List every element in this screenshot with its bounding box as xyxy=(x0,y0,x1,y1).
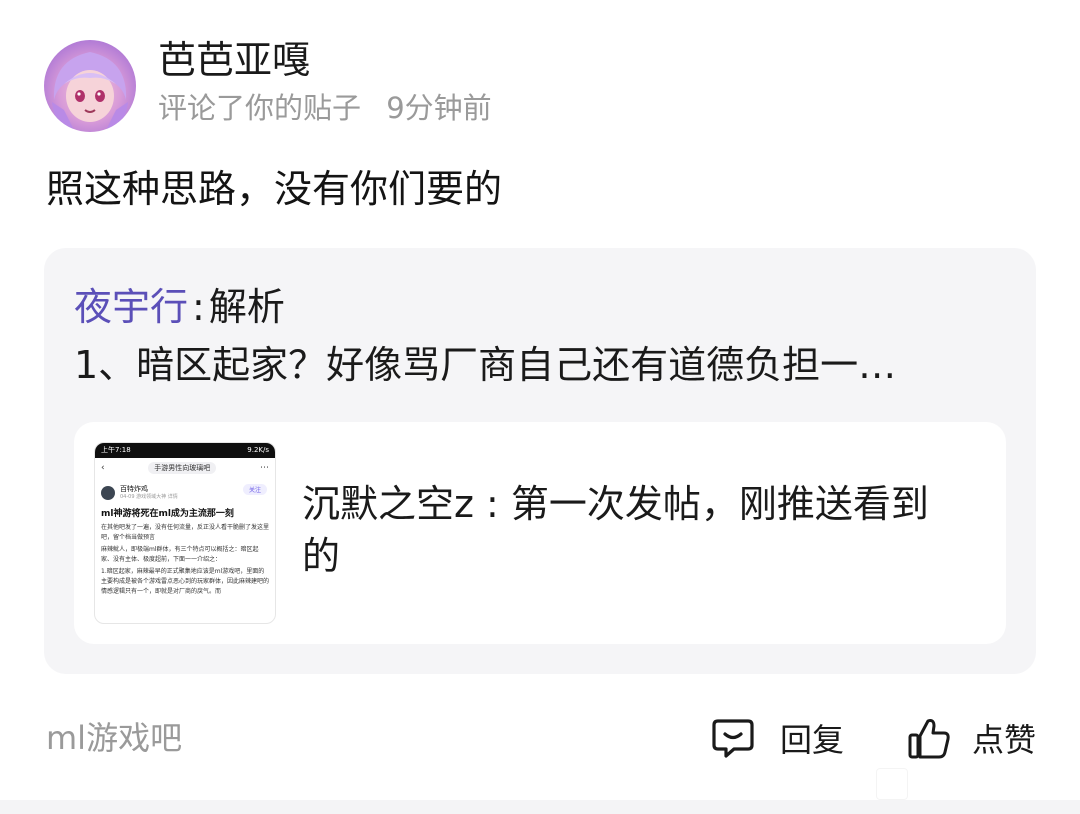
quote-header: 夜宇行: 解析 xyxy=(74,282,285,332)
bottom-divider xyxy=(0,800,1080,814)
like-button[interactable]: 点赞 xyxy=(906,712,1036,764)
quote-author[interactable]: 夜宇行 xyxy=(74,285,188,329)
thumbnail-status-speed: 9.2K/s xyxy=(247,446,269,454)
thumbnail-follow-button: 关注 xyxy=(242,484,267,495)
thumbnail-status-bar: 上午7:18 9.2K/s xyxy=(95,443,275,458)
like-label: 点赞 xyxy=(972,721,1037,759)
thumbs-up-icon xyxy=(908,719,950,759)
more-icon: ⋯ xyxy=(259,463,269,473)
quote-body: 1、暗区起家？好像骂厂商自己还有道德负担一… xyxy=(74,343,897,387)
thumbnail-author-row: 百特炸鸡 04-09 游戏领域大神 详情 关注 xyxy=(95,478,275,504)
original-post-card[interactable]: 上午7:18 9.2K/s ‹ 手游男性向玻璃吧 ⋯ 百特炸鸡 04-09 游戏… xyxy=(74,422,1006,644)
anime-avatar-icon xyxy=(52,52,128,130)
thumbnail-paragraph: 1.暗区起家，麻辣最早的正式聚集地应该是ml游戏吧，里面的主要构成是被各个游戏雷… xyxy=(101,568,270,595)
avatar[interactable] xyxy=(44,40,136,132)
quote-action: 解析 xyxy=(208,285,285,329)
thumbnail-status-time: 上午7:18 xyxy=(101,446,131,454)
quote-separator: : xyxy=(192,285,205,329)
thumbnail-author-meta: 04-09 游戏领域大神 详情 xyxy=(120,494,178,500)
original-post-text: 沉默之空z : 第一次发帖，刚推送看到的 xyxy=(302,482,929,578)
thumbnail-paragraph: 在其他吧发了一遍，没有任何流量，反正没人看干脆删了发这里吧，留个档当做预言 xyxy=(101,524,270,541)
thumbnail-paragraph: 麻辣鱿人，即极端ml群体，有三个特点可以概括之：暗区起家、没有主体、极度超前，下… xyxy=(101,546,259,563)
comment-text[interactable]: 照这种思路，没有你们要的 xyxy=(46,164,502,214)
thumbnail-post-title: ml神游将死在ml成为主流那一刻 xyxy=(101,509,234,519)
notification-action: 评论了你的贴子 xyxy=(158,91,362,125)
notification-page: 芭芭亚嘎 评论了你的贴子 9分钟前 照这种思路，没有你们要的 夜宇行: 解析 1、… xyxy=(0,0,1080,814)
notification-subline: 评论了你的贴子 9分钟前 xyxy=(158,88,492,128)
reply-button[interactable]: 回复 xyxy=(710,712,844,764)
thumbnail-topbar: ‹ 手游男性向玻璃吧 ⋯ xyxy=(95,458,275,478)
reply-label: 回复 xyxy=(780,721,845,759)
username[interactable]: 芭芭亚嘎 xyxy=(158,36,310,84)
thumbnail-author-name: 百特炸鸡 xyxy=(120,485,148,493)
thumbnail-avatar xyxy=(101,486,115,500)
post-thumbnail[interactable]: 上午7:18 9.2K/s ‹ 手游男性向玻璃吧 ⋯ 百特炸鸡 04-09 游戏… xyxy=(94,442,276,624)
thumbnail-topic: 手游男性向玻璃吧 xyxy=(148,462,217,474)
timestamp: 9分钟前 xyxy=(386,91,492,125)
forum-name[interactable]: ml游戏吧 xyxy=(46,716,182,760)
reply-icon xyxy=(712,719,754,758)
back-chevron-icon: ‹ xyxy=(101,463,105,473)
quoted-post-card[interactable]: 夜宇行: 解析 1、暗区起家？好像骂厂商自己还有道德负担一… 上午7:18 9.2… xyxy=(44,248,1036,674)
watermark-icon xyxy=(876,768,908,800)
